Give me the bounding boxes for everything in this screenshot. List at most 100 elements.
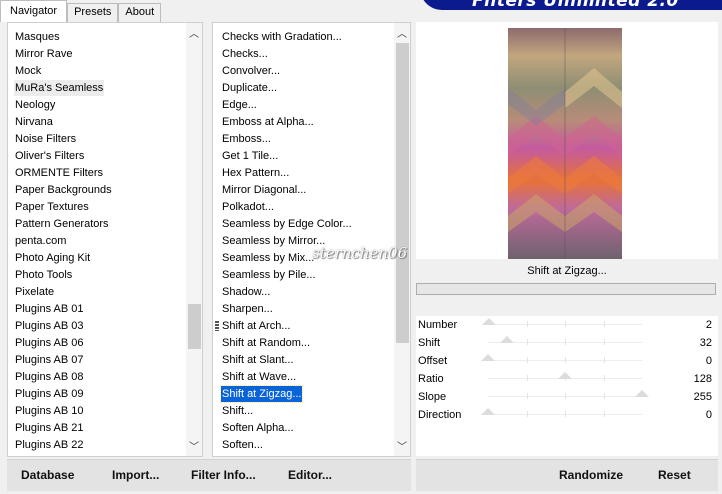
slider-knob[interactable] <box>481 354 495 361</box>
category-item[interactable]: Paper Textures <box>14 199 90 215</box>
category-item[interactable]: Pattern Generators <box>14 216 110 232</box>
filter-item[interactable]: Shift... <box>221 403 254 419</box>
category-item[interactable]: Plugins AB 07 <box>14 352 85 368</box>
parameter-value[interactable]: 32 <box>700 335 712 351</box>
filter-item[interactable]: Seamless by Mirror... <box>221 233 326 249</box>
category-item[interactable]: Plugins AB 09 <box>14 386 85 402</box>
scroll-down-arrow-icon[interactable]: ﹀ <box>394 440 410 456</box>
filter-item[interactable]: Soften Alpha... <box>221 420 295 436</box>
filter-scroll-thumb[interactable] <box>396 43 409 343</box>
filter-item[interactable]: Get 1 Tile... <box>221 148 279 164</box>
category-item[interactable]: Photo Aging Kit <box>14 250 91 266</box>
slider-knob[interactable] <box>500 336 515 343</box>
category-item[interactable]: Plugins AB 22 <box>14 437 85 453</box>
filter-list[interactable]: Checks with Gradation... Checks... Convolv… <box>212 22 411 457</box>
filter-item[interactable]: Convolver... <box>221 63 281 79</box>
category-item[interactable]: PGS Filter Toolkit 2 <box>14 454 110 456</box>
parameter-value[interactable]: 0 <box>706 353 712 369</box>
parameter-slider[interactable] <box>488 372 642 381</box>
slider-knob[interactable] <box>558 372 573 379</box>
parameter-row[interactable]: Ratio 128 <box>416 370 718 388</box>
filter-item[interactable]: Shift at Zigzag... <box>219 385 304 403</box>
category-item[interactable]: Noise Filters <box>14 131 77 147</box>
category-item[interactable]: Mock <box>14 63 42 79</box>
category-item[interactable]: ORMENTE Filters <box>14 165 104 181</box>
filter-item[interactable]: Seamless by Mix... <box>221 250 315 266</box>
filter-item[interactable]: Checks with Gradation... <box>221 29 343 45</box>
scroll-up-arrow-icon[interactable]: ︿ <box>186 27 202 43</box>
category-list[interactable]: Masques Mirror Rave Mock MuRa's Seamless Neo… <box>7 22 203 457</box>
watermark-text: sternchen06 <box>312 244 408 262</box>
parameter-value[interactable]: 0 <box>706 407 712 423</box>
reset-button[interactable]: Reset <box>658 460 691 490</box>
filter-item[interactable]: Checks... <box>221 46 269 62</box>
filter-item[interactable]: Soften... <box>221 437 264 453</box>
randomize-button[interactable]: Randomize <box>559 460 623 490</box>
category-item[interactable]: Paper Backgrounds <box>14 182 113 198</box>
parameter-label: Ratio <box>418 373 444 385</box>
filter-scrollbar[interactable]: ︿ ﹀ <box>394 23 410 456</box>
category-item[interactable]: Plugins AB 03 <box>14 318 85 334</box>
tab-about[interactable]: About <box>118 3 162 22</box>
filter-item[interactable]: Shadow... <box>221 284 271 300</box>
parameter-row[interactable]: Offset 0 <box>416 352 718 370</box>
parameter-value[interactable]: 128 <box>694 371 712 387</box>
import-button[interactable]: Import... <box>112 460 159 490</box>
tab-navigator[interactable]: Navigator <box>0 0 68 22</box>
scroll-up-arrow-icon[interactable]: ︿ <box>394 27 410 43</box>
parameter-value[interactable]: 255 <box>694 389 712 405</box>
parameter-label: Number <box>418 319 458 331</box>
filter-item[interactable]: Shift at Wave... <box>221 369 297 385</box>
filter-item[interactable]: Sharpen... <box>221 301 274 317</box>
category-item[interactable]: Plugins AB 01 <box>14 301 85 317</box>
category-item[interactable]: Mirror Rave <box>14 46 73 62</box>
category-item[interactable]: Photo Tools <box>14 267 73 283</box>
filter-item[interactable]: Hex Pattern... <box>221 165 290 181</box>
parameter-slider[interactable] <box>481 354 642 363</box>
category-item[interactable]: Plugins AB 21 <box>14 420 85 436</box>
editor-button[interactable]: Editor... <box>288 460 332 490</box>
filter-item[interactable]: Emboss... <box>221 131 272 147</box>
parameter-slider[interactable] <box>482 318 642 327</box>
category-scroll-thumb[interactable] <box>188 304 201 349</box>
parameter-value[interactable]: 2 <box>706 317 712 333</box>
parameter-slider[interactable] <box>481 408 642 417</box>
parameter-row[interactable]: Slope 255 <box>416 388 718 406</box>
category-item[interactable]: Neology <box>14 97 56 113</box>
filter-item[interactable]: Shift at Slant... <box>221 352 295 368</box>
filter-item[interactable]: Mirror Diagonal... <box>221 182 307 198</box>
filter-item[interactable]: Spherical Paint... <box>221 454 306 456</box>
filter-item[interactable]: Shift at Random... <box>221 335 311 351</box>
category-scrollbar[interactable]: ︿ ﹀ <box>186 23 202 456</box>
category-item[interactable]: Plugins AB 10 <box>14 403 85 419</box>
parameter-row[interactable]: Number 2 <box>416 316 718 334</box>
slider-knob[interactable] <box>481 408 495 415</box>
parameter-row[interactable]: Direction 0 <box>416 406 718 424</box>
parameter-slider[interactable] <box>488 336 642 345</box>
filter-item[interactable]: Polkadot... <box>221 199 275 215</box>
preview-zigzag-pattern <box>508 28 622 259</box>
tab-presets[interactable]: Presets <box>67 3 119 22</box>
category-item[interactable]: Nirvana <box>14 114 54 130</box>
parameter-row[interactable]: Shift 32 <box>416 334 718 352</box>
filter-item[interactable]: Shift at Arch... <box>221 318 291 334</box>
database-button[interactable]: Database <box>21 460 74 490</box>
filter-info-button[interactable]: Filter Info... <box>191 460 256 490</box>
filter-item[interactable]: Duplicate... <box>221 80 278 96</box>
category-item[interactable]: Masques <box>14 29 61 45</box>
category-item[interactable]: penta.com <box>14 233 67 249</box>
category-item[interactable]: Oliver's Filters <box>14 148 85 164</box>
filter-item[interactable]: Seamless by Edge Color... <box>221 216 353 232</box>
filter-item[interactable]: Emboss at Alpha... <box>221 114 315 130</box>
parameter-slider[interactable] <box>488 390 649 399</box>
slider-knob[interactable] <box>482 318 497 325</box>
scroll-down-arrow-icon[interactable]: ﹀ <box>186 440 202 456</box>
category-item[interactable]: Plugins AB 08 <box>14 369 85 385</box>
filter-item[interactable]: Seamless by Pile... <box>221 267 317 283</box>
category-item[interactable]: Pixelate <box>14 284 55 300</box>
filter-item[interactable]: Edge... <box>221 97 258 113</box>
category-item[interactable]: MuRa's Seamless <box>14 80 105 96</box>
category-item[interactable]: Plugins AB 06 <box>14 335 85 351</box>
drag-grip-icon[interactable] <box>215 321 219 331</box>
slider-knob[interactable] <box>635 390 649 397</box>
